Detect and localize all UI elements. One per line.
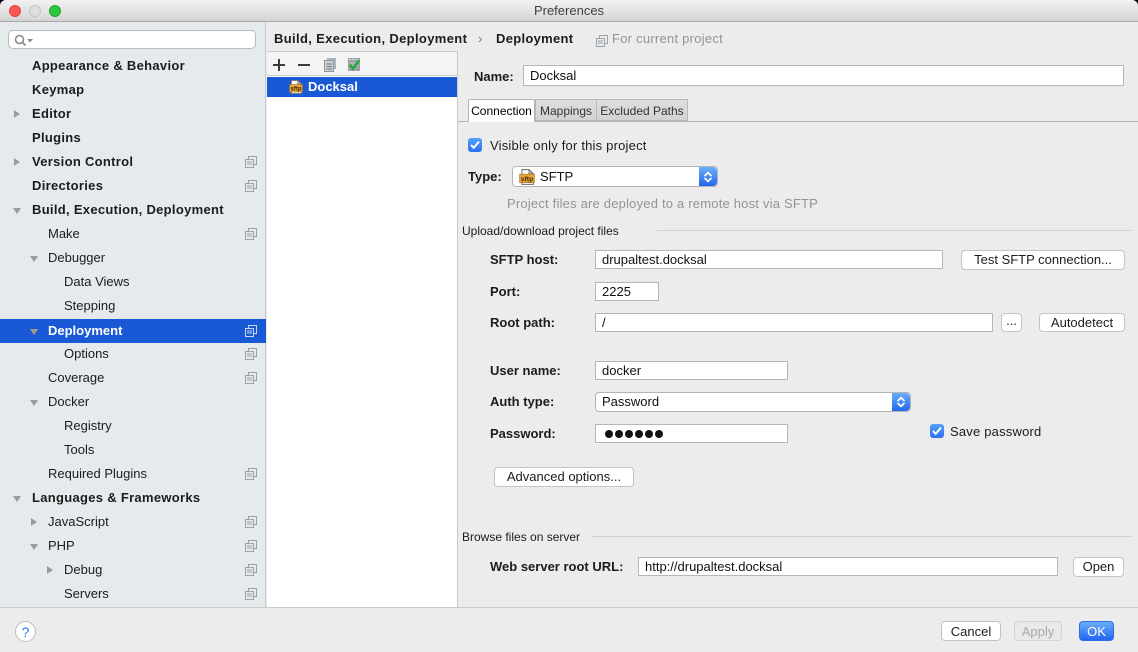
svg-text:sftp: sftp [521,176,534,183]
svg-text:sftp: sftp [291,87,302,93]
